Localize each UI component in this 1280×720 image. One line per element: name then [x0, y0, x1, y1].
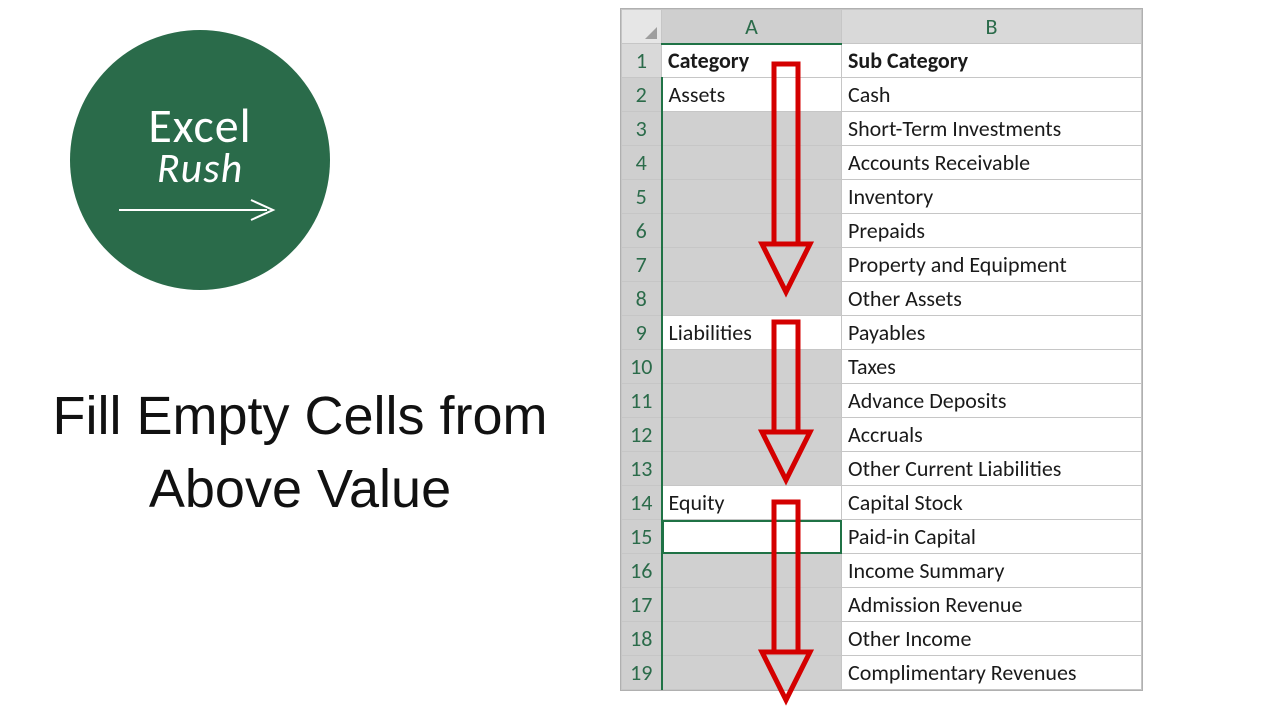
row-header[interactable]: 15: [622, 520, 662, 554]
cell-category[interactable]: Equity: [662, 486, 842, 520]
excel-rush-logo: Excel Rush: [70, 30, 330, 290]
cell-subcategory[interactable]: Other Assets: [842, 282, 1142, 316]
cell-category[interactable]: [662, 554, 842, 588]
cell-category[interactable]: [662, 214, 842, 248]
cell-category[interactable]: [662, 622, 842, 656]
cell-category[interactable]: [662, 656, 842, 690]
table-row: 15 Paid-in Capital: [622, 520, 1142, 554]
header-cell-subcategory[interactable]: Sub Category: [842, 44, 1142, 78]
header-cell-category[interactable]: Category: [662, 44, 842, 78]
cell-subcategory[interactable]: Advance Deposits: [842, 384, 1142, 418]
table-row: 12 Accruals: [622, 418, 1142, 452]
cell-subcategory[interactable]: Taxes: [842, 350, 1142, 384]
row-header[interactable]: 9: [622, 316, 662, 350]
row-header[interactable]: 3: [622, 112, 662, 146]
cell-subcategory[interactable]: Complimentary Revenues: [842, 656, 1142, 690]
row-header[interactable]: 17: [622, 588, 662, 622]
cell-category[interactable]: [662, 452, 842, 486]
row-header[interactable]: 4: [622, 146, 662, 180]
table-row: 9LiabilitiesPayables: [622, 316, 1142, 350]
cell-subcategory[interactable]: Accruals: [842, 418, 1142, 452]
cell-category[interactable]: [662, 384, 842, 418]
table-row: 5 Inventory: [622, 180, 1142, 214]
table-row: 7 Property and Equipment: [622, 248, 1142, 282]
cell-category[interactable]: [662, 180, 842, 214]
row-header[interactable]: 6: [622, 214, 662, 248]
cell-subcategory[interactable]: Income Summary: [842, 554, 1142, 588]
cell-category[interactable]: [662, 350, 842, 384]
table-row: 10 Taxes: [622, 350, 1142, 384]
cell-subcategory[interactable]: Short-Term Investments: [842, 112, 1142, 146]
spreadsheet-table: A B 1CategorySub Category2AssetsCash3Sho…: [621, 9, 1142, 690]
cell-subcategory[interactable]: Inventory: [842, 180, 1142, 214]
cell-category[interactable]: [662, 146, 842, 180]
cell-subcategory[interactable]: Accounts Receivable: [842, 146, 1142, 180]
cell-subcategory[interactable]: Cash: [842, 78, 1142, 112]
logo-line2: Rush: [157, 148, 243, 190]
cell-category[interactable]: [662, 418, 842, 452]
row-header[interactable]: 14: [622, 486, 662, 520]
cell-category[interactable]: [662, 520, 842, 554]
table-row: 19 Complimentary Revenues: [622, 656, 1142, 690]
column-header-b[interactable]: B: [842, 10, 1142, 44]
table-row: 16 Income Summary: [622, 554, 1142, 588]
logo-arrow-icon: [117, 198, 283, 218]
cell-subcategory[interactable]: Property and Equipment: [842, 248, 1142, 282]
row-header[interactable]: 2: [622, 78, 662, 112]
table-row: 13 Other Current Liabilities: [622, 452, 1142, 486]
table-row: 17 Admission Revenue: [622, 588, 1142, 622]
cell-category[interactable]: [662, 588, 842, 622]
spreadsheet: A B 1CategorySub Category2AssetsCash3Sho…: [620, 8, 1143, 691]
row-header[interactable]: 16: [622, 554, 662, 588]
table-row: 1CategorySub Category: [622, 44, 1142, 78]
row-header[interactable]: 1: [622, 44, 662, 78]
row-header[interactable]: 10: [622, 350, 662, 384]
row-header[interactable]: 11: [622, 384, 662, 418]
row-header[interactable]: 19: [622, 656, 662, 690]
row-header[interactable]: 5: [622, 180, 662, 214]
cell-subcategory[interactable]: Capital Stock: [842, 486, 1142, 520]
column-header-row: A B: [622, 10, 1142, 44]
row-header[interactable]: 7: [622, 248, 662, 282]
cell-category[interactable]: [662, 248, 842, 282]
select-all-corner[interactable]: [622, 10, 662, 44]
cell-category[interactable]: [662, 112, 842, 146]
cell-subcategory[interactable]: Paid-in Capital: [842, 520, 1142, 554]
table-row: 3 Short-Term Investments: [622, 112, 1142, 146]
column-header-a[interactable]: A: [662, 10, 842, 44]
row-header[interactable]: 8: [622, 282, 662, 316]
table-row: 18 Other Income: [622, 622, 1142, 656]
cell-category[interactable]: Assets: [662, 78, 842, 112]
cell-subcategory[interactable]: Other Income: [842, 622, 1142, 656]
cell-subcategory[interactable]: Other Current Liabilities: [842, 452, 1142, 486]
table-row: 11 Advance Deposits: [622, 384, 1142, 418]
table-row: 2AssetsCash: [622, 78, 1142, 112]
cell-subcategory[interactable]: Payables: [842, 316, 1142, 350]
table-row: 6 Prepaids: [622, 214, 1142, 248]
row-header[interactable]: 12: [622, 418, 662, 452]
table-row: 8 Other Assets: [622, 282, 1142, 316]
cell-category[interactable]: Liabilities: [662, 316, 842, 350]
cell-category[interactable]: [662, 282, 842, 316]
row-header[interactable]: 13: [622, 452, 662, 486]
slide-title: Fill Empty Cells from Above Value: [40, 380, 560, 526]
table-row: 4 Accounts Receivable: [622, 146, 1142, 180]
cell-subcategory[interactable]: Prepaids: [842, 214, 1142, 248]
table-row: 14EquityCapital Stock: [622, 486, 1142, 520]
cell-subcategory[interactable]: Admission Revenue: [842, 588, 1142, 622]
row-header[interactable]: 18: [622, 622, 662, 656]
